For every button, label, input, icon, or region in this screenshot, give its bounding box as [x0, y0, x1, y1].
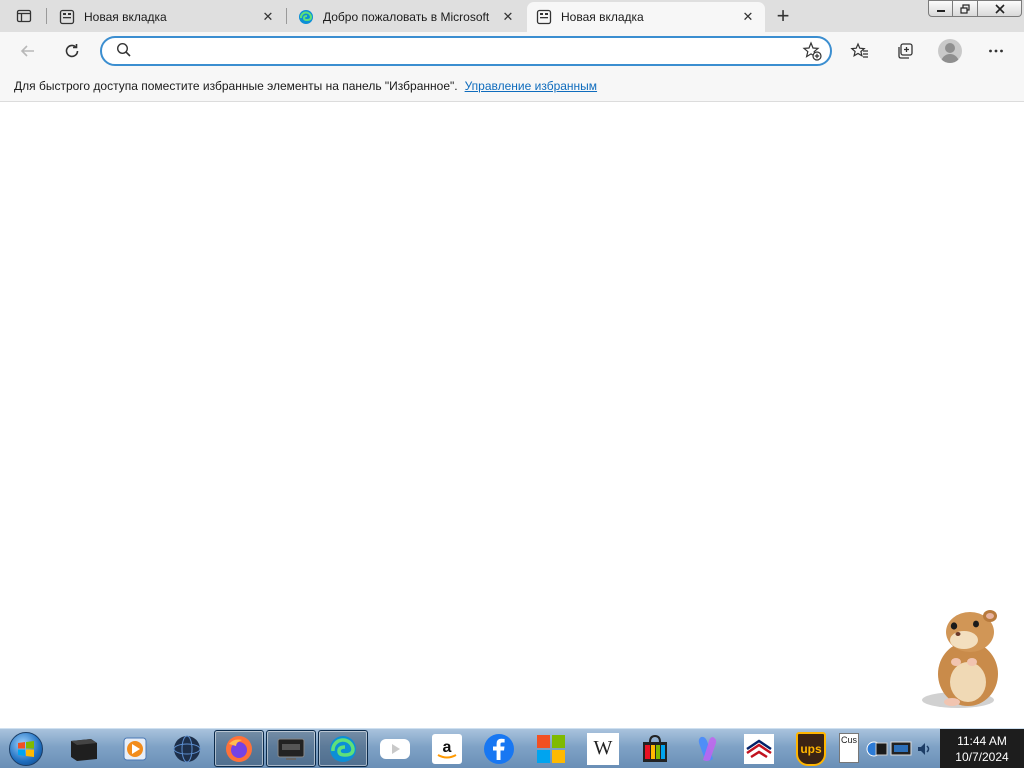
- wikipedia-letter: W: [593, 737, 613, 759]
- edge-logo-icon: [297, 8, 315, 26]
- volume-icon[interactable]: [916, 741, 932, 757]
- facebook-icon: [484, 733, 514, 764]
- collections-button[interactable]: [891, 37, 919, 65]
- hamster-desktop-pet[interactable]: [918, 604, 1010, 712]
- restore-icon: [960, 3, 970, 14]
- start-button[interactable]: [6, 731, 46, 767]
- settings-more-button[interactable]: [982, 37, 1010, 65]
- tab-close-button[interactable]: ✕: [739, 8, 757, 26]
- more-dots-icon: [989, 49, 1003, 53]
- favorites-star-icon: [850, 42, 868, 58]
- terminal-icon: [71, 738, 97, 761]
- svg-text:a: a: [443, 739, 452, 756]
- window-caption-buttons: [928, 0, 1022, 17]
- page-content: [0, 103, 1024, 728]
- refresh-icon: [65, 44, 79, 58]
- browser-toolbar: [0, 32, 1024, 70]
- taskbar-app-edge[interactable]: [318, 730, 368, 767]
- media-player-icon: [123, 737, 147, 760]
- taskbar-app-store[interactable]: [630, 730, 680, 767]
- taskbar-app-monitor[interactable]: [266, 730, 316, 767]
- youtube-icon: [380, 738, 410, 759]
- taskbar-app-copilot[interactable]: [682, 730, 732, 767]
- taskbar-app-microsoft[interactable]: [526, 730, 576, 767]
- tab-actions-menu-button[interactable]: [10, 5, 38, 27]
- taskbar-app-firefox[interactable]: [214, 730, 264, 767]
- microsoft-icon: [537, 734, 565, 763]
- tab-close-button[interactable]: ✕: [499, 8, 517, 26]
- taskbar-app-amazon[interactable]: a: [422, 730, 472, 767]
- close-window-button[interactable]: [978, 0, 1022, 17]
- refresh-button[interactable]: [58, 37, 86, 65]
- edge-icon: [330, 735, 356, 762]
- amazon-icon: a: [432, 733, 462, 764]
- minimize-button[interactable]: [928, 0, 953, 17]
- tab-actions-icon: [16, 9, 32, 23]
- system-tray: Cus ⏶: [838, 731, 938, 767]
- clock-time: 11:44 AM: [957, 734, 1007, 748]
- clock-date: 10/7/2024: [955, 750, 1009, 764]
- back-arrow-icon: [20, 45, 34, 57]
- favorites-button[interactable]: [846, 37, 874, 65]
- tab-strip: Новая вкладка ✕ Добро пожаловать в Micro…: [0, 0, 1024, 32]
- avatar-head: [945, 43, 955, 53]
- firefox-icon: [226, 735, 252, 762]
- taskbar-app-bank-of-america[interactable]: [734, 730, 784, 767]
- tab-separator: [46, 8, 47, 24]
- taskbar-app-wikipedia[interactable]: W: [578, 730, 628, 767]
- address-input[interactable]: [140, 41, 790, 61]
- taskbar-app-facebook[interactable]: [474, 730, 524, 767]
- taskbar: a W ups Cus ⏶ 11:44 AM 10/7/2024: [0, 728, 1024, 768]
- favorites-bar-message: Для быстрого доступа поместите избранные…: [14, 78, 458, 93]
- tray-notification-text: Cus: [841, 735, 858, 745]
- tab-title: Новая вкладка: [84, 10, 167, 24]
- search-icon: [116, 42, 132, 61]
- profile-avatar[interactable]: [938, 39, 962, 63]
- taskbar-app-terminal[interactable]: [58, 730, 108, 767]
- taskbar-app-globe[interactable]: [162, 730, 212, 767]
- close-icon: [994, 3, 1005, 14]
- tab-new-tab-active[interactable]: Новая вкладка ✕: [527, 2, 765, 32]
- wikipedia-icon: W: [587, 732, 619, 765]
- ups-label: ups: [800, 741, 822, 756]
- restore-button[interactable]: [953, 0, 978, 17]
- tab-close-button[interactable]: ✕: [259, 8, 277, 26]
- bank-of-america-icon: [744, 733, 774, 764]
- address-bar[interactable]: [100, 36, 832, 66]
- copilot-icon: [698, 736, 717, 761]
- globe-icon: [173, 735, 201, 762]
- new-tab-page-icon: [535, 8, 553, 26]
- tab-welcome-edge[interactable]: Добро пожаловать в Microsoft Edge ✕: [289, 2, 525, 32]
- back-button[interactable]: [14, 37, 42, 65]
- tab-separator: [286, 8, 287, 24]
- favorites-bar: Для быстрого доступа поместите избранные…: [0, 70, 1024, 102]
- monitor-icon: [277, 738, 305, 760]
- ups-icon: ups: [796, 731, 826, 766]
- add-to-favorites-icon[interactable]: [802, 41, 822, 64]
- network-icon[interactable]: [866, 739, 888, 759]
- show-hidden-icons-button[interactable]: ⏶: [844, 747, 851, 758]
- new-tab-button[interactable]: +: [770, 3, 796, 28]
- manage-favorites-link[interactable]: Управление избранным: [465, 79, 597, 93]
- windows-logo-icon: [9, 732, 43, 766]
- store-icon: [643, 734, 667, 762]
- tab-title: Новая вкладка: [561, 10, 644, 24]
- minimize-icon: [936, 9, 945, 12]
- tab-new-tab-1[interactable]: Новая вкладка ✕: [50, 2, 285, 32]
- taskbar-clock[interactable]: 11:44 AM 10/7/2024: [940, 729, 1024, 768]
- collections-icon: [898, 43, 913, 59]
- taskbar-app-youtube[interactable]: [370, 730, 420, 767]
- new-tab-page-icon: [58, 8, 76, 26]
- display-icon[interactable]: [890, 739, 912, 759]
- avatar-body: [941, 54, 959, 63]
- tab-title: Добро пожаловать в Microsoft Edge: [323, 10, 493, 24]
- taskbar-app-media-player[interactable]: [110, 730, 160, 767]
- taskbar-app-ups[interactable]: ups: [786, 730, 836, 767]
